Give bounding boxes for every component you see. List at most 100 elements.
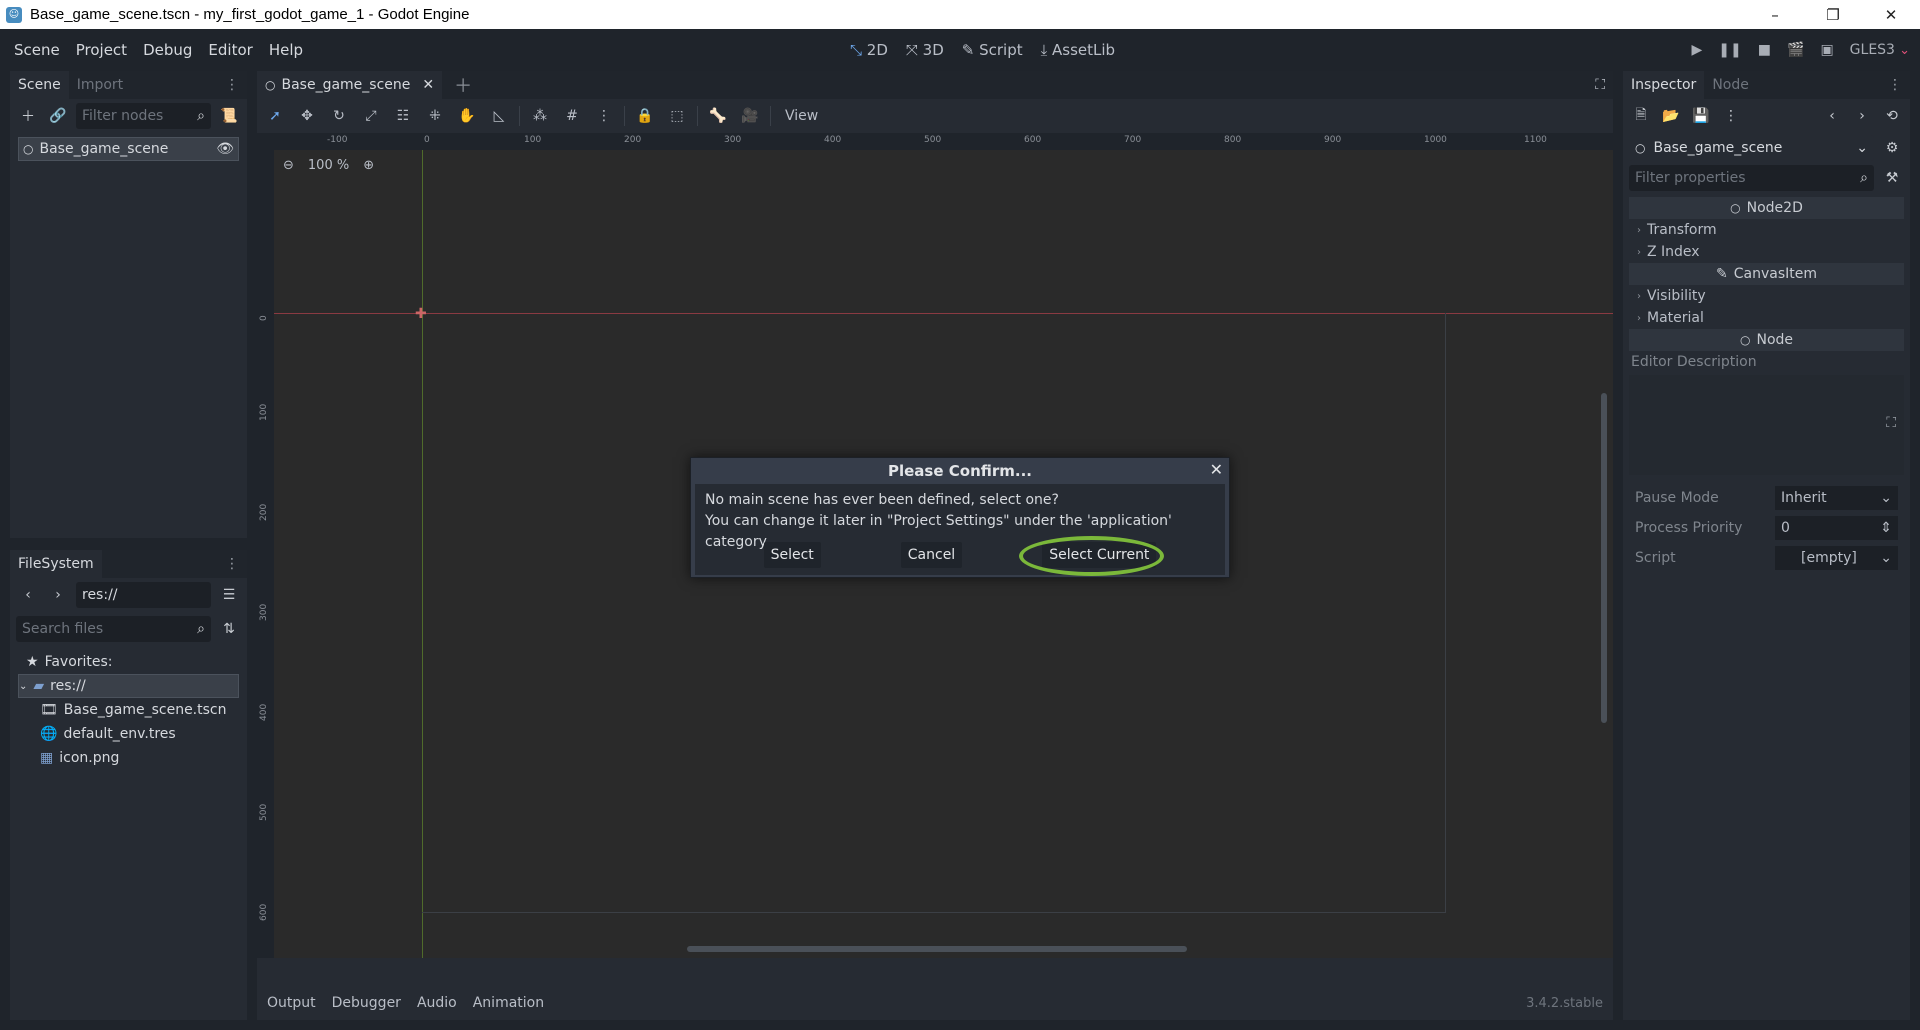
- zoom-level[interactable]: 100 %: [308, 158, 349, 173]
- skeleton-bone-icon[interactable]: 🦴: [706, 104, 730, 128]
- lock-icon[interactable]: 🔒: [633, 104, 657, 128]
- workspace-script-button[interactable]: ✎ Script: [962, 41, 1023, 59]
- filter-properties-field[interactable]: ⌕: [1629, 165, 1874, 191]
- script-picker[interactable]: [empty] ⌄: [1775, 546, 1898, 570]
- smart-snap-icon[interactable]: ⁂: [528, 104, 552, 128]
- pivot-mode-icon[interactable]: ⁜: [423, 104, 447, 128]
- move-mode-icon[interactable]: ✥: [295, 104, 319, 128]
- res-root-item[interactable]: ⌄ ▰ res://: [18, 674, 239, 698]
- tab-debugger[interactable]: Debugger: [332, 995, 401, 1011]
- distraction-free-icon[interactable]: ⛶: [1595, 77, 1605, 93]
- pan-mode-icon[interactable]: ✋: [455, 104, 479, 128]
- menu-project[interactable]: Project: [68, 41, 135, 59]
- history-icon[interactable]: ⟲: [1880, 104, 1904, 128]
- renderer-selector[interactable]: GLES3 ⌄: [1850, 42, 1910, 58]
- view-menu[interactable]: View: [779, 108, 824, 124]
- tab-inspector[interactable]: Inspector: [1623, 71, 1705, 99]
- workspace-assetlib-button[interactable]: ⤓ AssetLib: [1041, 41, 1115, 59]
- workspace-2d-button[interactable]: ⤡ 2D: [850, 41, 888, 59]
- open-folder-icon[interactable]: 📂: [1659, 104, 1683, 128]
- filter-nodes-field[interactable]: ⌕: [76, 103, 211, 129]
- tab-audio[interactable]: Audio: [417, 995, 457, 1011]
- search-files-input[interactable]: [22, 621, 198, 637]
- add-scene-tab-icon[interactable]: ＋: [454, 72, 472, 98]
- snap-options-icon[interactable]: ⋮: [592, 104, 616, 128]
- scale-mode-icon[interactable]: ⤢: [359, 104, 383, 128]
- cancel-button[interactable]: Cancel: [900, 542, 963, 568]
- search-files-field[interactable]: ⌕: [16, 616, 211, 642]
- select-current-button[interactable]: Select Current: [1042, 542, 1157, 568]
- process-priority-spinbox[interactable]: 0 ⇕: [1775, 516, 1898, 540]
- horizontal-scrollbar[interactable]: [687, 946, 1187, 952]
- expand-icon[interactable]: ⛶: [1886, 415, 1896, 431]
- property-tools-icon[interactable]: ⚒: [1880, 166, 1904, 190]
- zoom-in-icon[interactable]: ⊕: [363, 158, 374, 173]
- visibility-eye-icon[interactable]: 👁: [216, 141, 234, 157]
- chevron-down-icon[interactable]: ⌄: [19, 681, 27, 692]
- menu-editor[interactable]: Editor: [200, 41, 260, 59]
- sort-icon[interactable]: ⇅: [217, 617, 241, 641]
- rotate-mode-icon[interactable]: ↻: [327, 104, 351, 128]
- file-item[interactable]: 🎞 Base_game_scene.tscn: [18, 698, 239, 722]
- filesystem-menu-icon[interactable]: ⋮: [225, 556, 247, 572]
- play-custom-scene-icon[interactable]: ▣: [1820, 42, 1833, 58]
- stop-icon[interactable]: ■: [1758, 42, 1771, 58]
- inspector-menu-icon[interactable]: ⋮: [1888, 77, 1910, 93]
- select-button[interactable]: Select: [763, 542, 821, 568]
- tab-animation[interactable]: Animation: [473, 995, 544, 1011]
- prop-material[interactable]: › Material: [1629, 307, 1904, 329]
- menu-scene[interactable]: Scene: [6, 41, 68, 59]
- object-tools-icon[interactable]: ⚙: [1880, 136, 1904, 160]
- favorites-item[interactable]: ★ Favorites:: [18, 650, 239, 674]
- list-select-icon[interactable]: ☷: [391, 104, 415, 128]
- tab-output[interactable]: Output: [267, 995, 316, 1011]
- scene-tab[interactable]: ○ Base_game_scene ✕: [257, 71, 443, 99]
- file-item[interactable]: ▦ icon.png: [18, 746, 239, 770]
- path-field[interactable]: res://: [76, 582, 211, 608]
- instance-scene-icon[interactable]: 🔗: [46, 104, 70, 128]
- select-mode-icon[interactable]: ➚: [263, 104, 287, 128]
- camera-override-icon[interactable]: 🎥: [738, 104, 762, 128]
- pause-icon[interactable]: ❚❚: [1718, 42, 1741, 58]
- dock-menu-icon[interactable]: ⋮: [225, 77, 247, 93]
- filter-properties-input[interactable]: [1635, 170, 1861, 186]
- new-resource-icon[interactable]: 🗎: [1629, 104, 1653, 128]
- prop-z-index[interactable]: › Z Index: [1629, 241, 1904, 263]
- minimize-button[interactable]: –: [1746, 0, 1804, 29]
- grid-snap-icon[interactable]: #: [560, 104, 584, 128]
- pause-mode-select[interactable]: Inherit ⌄: [1775, 486, 1898, 510]
- play-icon[interactable]: ▶: [1692, 42, 1703, 58]
- back-arrow-icon[interactable]: ‹: [16, 583, 40, 607]
- scene-tree-root-node[interactable]: ○ Base_game_scene 👁: [18, 137, 239, 161]
- zoom-out-icon[interactable]: ⊖: [283, 158, 294, 173]
- vertical-scrollbar[interactable]: [1601, 393, 1607, 723]
- close-window-button[interactable]: ✕: [1862, 0, 1920, 29]
- history-back-icon[interactable]: ‹: [1820, 104, 1844, 128]
- tab-scene[interactable]: Scene: [10, 71, 69, 99]
- split-view-icon[interactable]: ☰: [217, 583, 241, 607]
- close-icon[interactable]: ✕: [1210, 460, 1223, 479]
- workspace-3d-button[interactable]: ⤧ 3D: [906, 41, 944, 59]
- more-options-icon[interactable]: ⋮: [1719, 104, 1743, 128]
- group-icon[interactable]: ⬚: [665, 104, 689, 128]
- prop-transform[interactable]: › Transform: [1629, 219, 1904, 241]
- close-tab-icon[interactable]: ✕: [422, 77, 434, 93]
- object-selector[interactable]: ○ Base_game_scene ⌄: [1629, 135, 1874, 161]
- play-scene-icon[interactable]: 🎬: [1787, 42, 1804, 58]
- forward-arrow-icon[interactable]: ›: [46, 583, 70, 607]
- filter-nodes-input[interactable]: [82, 108, 198, 124]
- maximize-button[interactable]: ❐: [1804, 0, 1862, 29]
- menu-debug[interactable]: Debug: [135, 41, 200, 59]
- tab-node[interactable]: Node: [1704, 71, 1757, 99]
- menu-help[interactable]: Help: [261, 41, 311, 59]
- editor-description-textarea[interactable]: ⛶: [1629, 375, 1904, 475]
- history-forward-icon[interactable]: ›: [1850, 104, 1874, 128]
- add-node-icon[interactable]: ＋: [16, 104, 40, 128]
- save-icon[interactable]: 💾: [1689, 104, 1713, 128]
- prop-visibility[interactable]: › Visibility: [1629, 285, 1904, 307]
- file-item[interactable]: 🌐 default_env.tres: [18, 722, 239, 746]
- ruler-mode-icon[interactable]: ◺: [487, 104, 511, 128]
- attach-script-icon[interactable]: 📜: [217, 104, 241, 128]
- tab-filesystem[interactable]: FileSystem: [10, 550, 102, 578]
- tab-import[interactable]: Import: [69, 71, 131, 99]
